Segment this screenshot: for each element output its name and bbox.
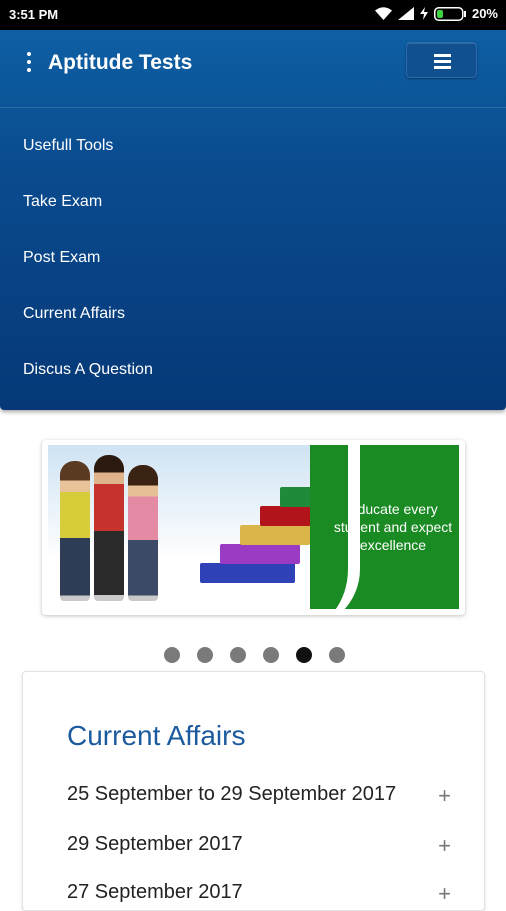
navbar: Aptitude Tests Usefull Tools Take Exam P… <box>0 30 506 410</box>
current-affairs-item-label: 25 September to 29 September 2017 <box>67 783 397 805</box>
menu-toggle-button[interactable] <box>406 42 477 78</box>
carousel-dot-active[interactable] <box>295 647 312 663</box>
banner-text: Educate every student and expect excelle… <box>333 501 453 553</box>
banner-slide[interactable]: Educate every student and expect excelle… <box>42 440 465 615</box>
app-title: Aptitude Tests <box>48 51 193 74</box>
expand-icon[interactable]: + <box>438 833 451 859</box>
carousel-dot[interactable] <box>328 647 345 663</box>
student-figure <box>128 465 158 601</box>
carousel-indicators <box>0 647 506 663</box>
student-figure <box>94 455 124 601</box>
nav-header: Aptitude Tests <box>0 30 506 108</box>
carousel-dot[interactable] <box>163 647 180 663</box>
expand-icon[interactable]: + <box>438 881 451 907</box>
carousel-dot[interactable] <box>229 647 246 663</box>
more-options-icon[interactable] <box>25 52 33 74</box>
nav-item-post-exam[interactable]: Post Exam <box>0 230 506 286</box>
signal-icon <box>397 7 414 20</box>
nav-item-take-exam[interactable]: Take Exam <box>0 174 506 230</box>
current-affairs-item[interactable]: 27 September 2017 + <box>67 881 451 911</box>
nav-item-current-affairs[interactable]: Current Affairs <box>0 286 506 342</box>
nav-menu: Usefull Tools Take Exam Post Exam Curren… <box>0 118 506 398</box>
current-affairs-card: Current Affairs 25 September to 29 Septe… <box>22 671 485 911</box>
wifi-icon <box>374 7 392 20</box>
nav-item-discus-a-question[interactable]: Discus A Question <box>0 342 506 398</box>
current-affairs-item[interactable]: 25 September to 29 September 2017 + <box>67 783 451 813</box>
banner-image: Educate every student and expect excelle… <box>48 445 459 609</box>
current-affairs-title: Current Affairs <box>67 720 246 751</box>
student-figure <box>60 461 90 601</box>
battery-icon <box>433 6 466 21</box>
status-time: 3:51 PM <box>9 7 59 22</box>
carousel-dot[interactable] <box>196 647 213 663</box>
current-affairs-item[interactable]: 29 September 2017 + <box>67 833 451 863</box>
hamburger-icon <box>434 54 451 72</box>
status-icons: 20% <box>374 6 498 21</box>
status-bar: 3:51 PM 20% <box>0 0 506 30</box>
current-affairs-item-label: 29 September 2017 <box>67 833 243 855</box>
carousel-dot[interactable] <box>262 647 279 663</box>
battery-percent: 20% <box>471 6 498 21</box>
nav-item-usefull-tools[interactable]: Usefull Tools <box>0 118 506 174</box>
charging-icon <box>419 7 428 20</box>
expand-icon[interactable]: + <box>438 783 451 809</box>
